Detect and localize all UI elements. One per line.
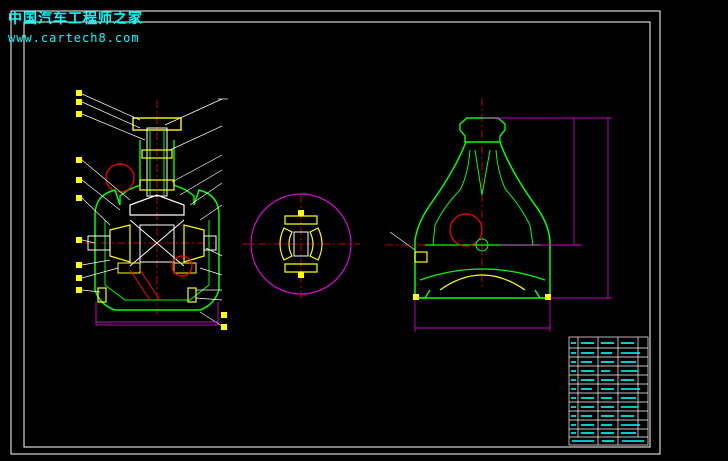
- housing-inner-web: [474, 149, 491, 196]
- lower-bearing-right: [173, 262, 197, 274]
- balloons-right: [221, 312, 227, 330]
- part-number-tag-icon: [221, 324, 227, 330]
- balloon-marker-icon: [76, 157, 82, 163]
- housing-inner: [432, 149, 534, 246]
- watermark-site-name: 中国汽车工程师之家: [8, 11, 143, 27]
- balloon-marker-icon: [76, 177, 82, 183]
- balloon-marker-icon: [76, 287, 82, 293]
- side-dimensions: [414, 117, 612, 332]
- spider-key: [298, 210, 304, 216]
- spider-key: [298, 272, 304, 278]
- sheet-outer-border: [10, 10, 661, 455]
- title-block-entries: [571, 342, 644, 442]
- side-elevation-view[interactable]: [385, 98, 612, 332]
- foot-pad: [545, 294, 551, 300]
- side-boss-left: [414, 251, 428, 263]
- sheet-inner-border: [23, 21, 651, 448]
- breather-arc: [105, 163, 135, 193]
- side-gear-left: [109, 224, 131, 263]
- balloon-marker-icon: [76, 262, 82, 268]
- leaders-right: [164, 98, 223, 327]
- balloon-marker-icon: [76, 99, 82, 105]
- part-number-tag-icon: [221, 312, 227, 318]
- balloon-marker-icon: [76, 195, 82, 201]
- balloon-marker-icon: [76, 90, 82, 96]
- foot-pad: [413, 294, 419, 300]
- circular-section-view[interactable]: [242, 193, 360, 300]
- side-gear-right: [183, 224, 205, 263]
- side-leader: [389, 231, 416, 251]
- pedestal-hatch: [129, 269, 161, 301]
- leaders-left: [81, 93, 146, 293]
- balloon-marker-icon: [76, 111, 82, 117]
- balloons-left: [76, 90, 82, 293]
- lower-bearing-left: [117, 262, 141, 274]
- balloon-marker-icon: [76, 275, 82, 281]
- balloon-marker-icon: [76, 237, 82, 243]
- base-arc-hatch: [439, 274, 526, 291]
- foot-left: [97, 287, 107, 303]
- top-flange: [459, 117, 506, 143]
- watermark-url[interactable]: www.cartech8.com: [8, 31, 140, 45]
- cad-drawing-canvas[interactable]: [0, 0, 728, 461]
- front-section-view[interactable]: [76, 90, 228, 330]
